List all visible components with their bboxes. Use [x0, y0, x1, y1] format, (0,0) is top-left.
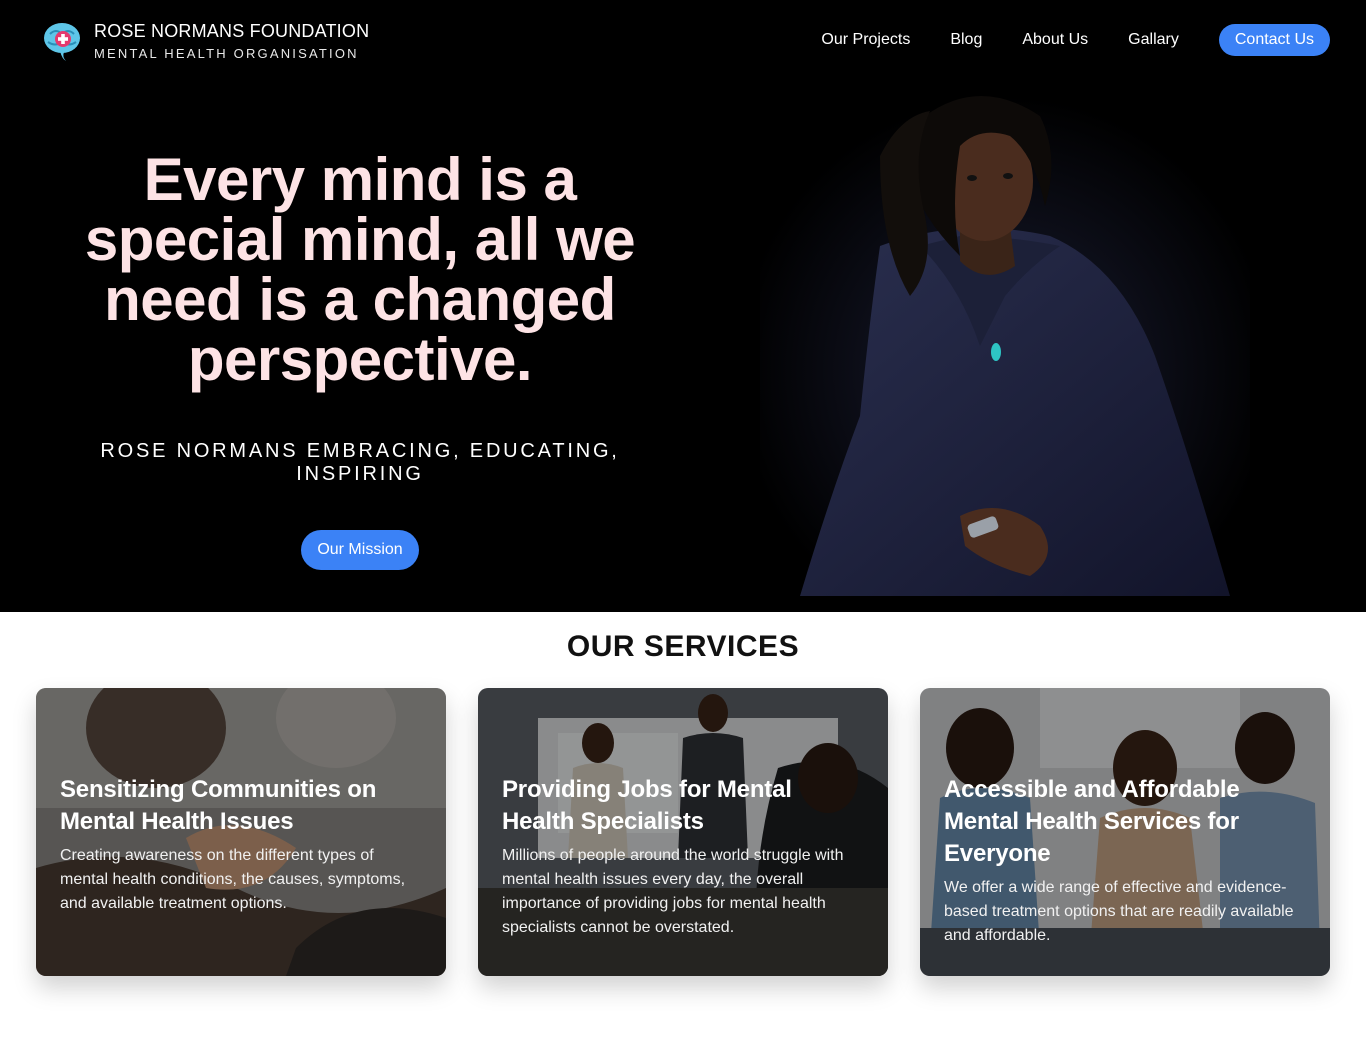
- our-mission-button[interactable]: Our Mission: [301, 530, 419, 570]
- nav-our-projects[interactable]: Our Projects: [821, 24, 910, 56]
- nav-blog[interactable]: Blog: [950, 24, 982, 56]
- card-content: Providing Jobs for Mental Health Special…: [502, 774, 864, 940]
- card-text: Millions of people around the world stru…: [502, 847, 844, 936]
- nav-about-us[interactable]: About Us: [1022, 24, 1088, 56]
- hero-text: Every mind is a special mind, all we nee…: [40, 150, 680, 570]
- card-title: Providing Jobs for Mental Health Special…: [502, 776, 792, 835]
- card-title: Sensitizing Communities on Mental Health…: [60, 776, 377, 835]
- card-text: Creating awareness on the different type…: [60, 847, 406, 912]
- service-card-sensitizing[interactable]: Sensitizing Communities on Mental Health…: [36, 688, 446, 976]
- brain-medical-cross-icon: [44, 23, 80, 61]
- hero-section: ROSE NORMANS FOUNDATION MENTAL HEALTH OR…: [0, 0, 1366, 612]
- nav-gallary[interactable]: Gallary: [1128, 24, 1179, 56]
- card-content: Sensitizing Communities on Mental Health…: [60, 774, 422, 916]
- brand-text: ROSE NORMANS FOUNDATION MENTAL HEALTH OR…: [94, 21, 369, 61]
- card-text: We offer a wide range of effective and e…: [944, 879, 1294, 944]
- org-name: ROSE NORMANS FOUNDATION: [94, 21, 370, 41]
- org-tagline: MENTAL HEALTH ORGANISATION: [94, 46, 359, 61]
- contact-us-button[interactable]: Contact Us: [1218, 24, 1330, 56]
- hero-tagline: ROSE NORMANS EMBRACING, EDUCATING, INSPI…: [100, 440, 620, 485]
- card-content: Accessible and Affordable Mental Health …: [944, 774, 1306, 948]
- card-title: Accessible and Affordable Mental Health …: [944, 776, 1240, 867]
- service-card-affordable[interactable]: Accessible and Affordable Mental Health …: [920, 688, 1330, 976]
- brand[interactable]: ROSE NORMANS FOUNDATION MENTAL HEALTH OR…: [42, 20, 369, 62]
- service-card-jobs[interactable]: Providing Jobs for Mental Health Special…: [478, 688, 888, 976]
- hero-headline: Every mind is a special mind, all we nee…: [84, 146, 636, 393]
- hero-portrait-image: [760, 96, 1250, 596]
- services-title: OUR SERVICES: [566, 630, 800, 663]
- main-nav: Our Projects Blog About Us Gallary Conta…: [781, 24, 1330, 56]
